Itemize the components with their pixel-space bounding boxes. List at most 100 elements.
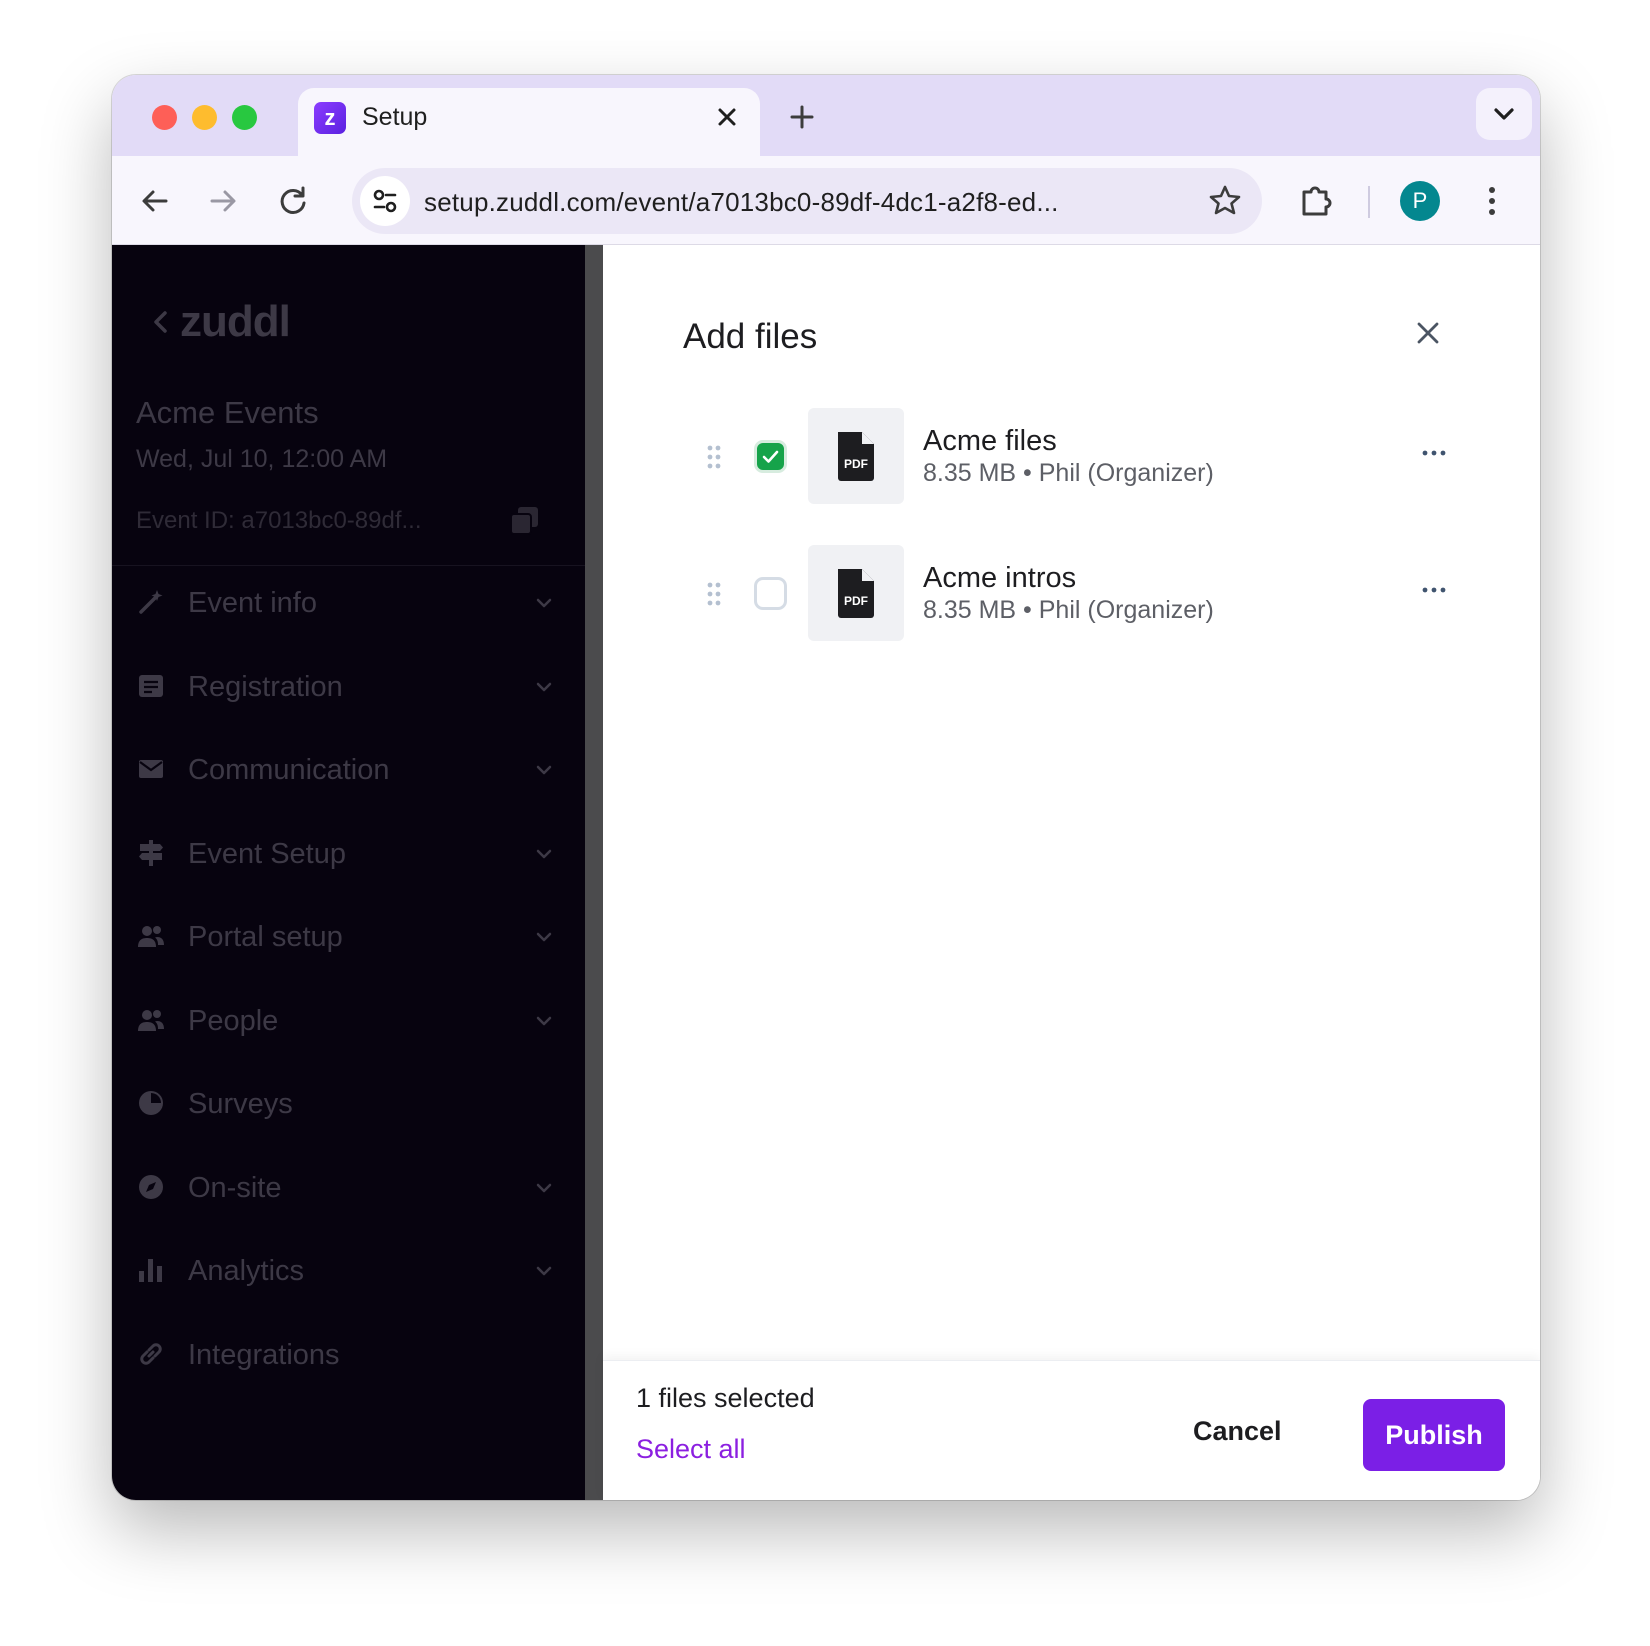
checkmark-icon	[762, 450, 779, 463]
sidebar-item-label: Event Setup	[188, 837, 346, 870]
panel-footer: 1 files selected Select all Cancel Publi…	[603, 1360, 1540, 1500]
more-options-icon[interactable]	[1419, 580, 1449, 600]
add-files-panel: Add files PDF Acme files 8.35 MB • Phil (…	[603, 245, 1540, 1500]
sidebar-item-analytics[interactable]: Analytics	[136, 1241, 556, 1301]
chevron-down-icon[interactable]	[532, 675, 556, 699]
pie-chart-icon	[139, 1091, 163, 1115]
event-date: Wed, Jul 10, 12:00 AM	[136, 445, 388, 473]
cancel-button[interactable]: Cancel	[1193, 1416, 1282, 1447]
close-window-button[interactable]	[152, 105, 177, 130]
close-icon[interactable]	[1410, 315, 1446, 351]
tab-title: Setup	[362, 103, 428, 131]
people-icon	[138, 1009, 164, 1031]
panel-title: Add files	[683, 317, 818, 356]
publish-button[interactable]: Publish	[1363, 1399, 1505, 1471]
sidebar-item-label: People	[188, 1004, 279, 1037]
sidebar-logo-row[interactable]: zuddl	[150, 297, 291, 347]
zuddl-favicon-icon: z	[314, 102, 346, 134]
bar-chart-icon	[139, 1259, 162, 1282]
tune-icon	[373, 189, 397, 213]
svg-text:PDF: PDF	[844, 457, 868, 471]
chevron-down-icon[interactable]	[532, 1259, 556, 1283]
bookmark-star-icon[interactable]	[1206, 182, 1244, 220]
url-text: setup.zuddl.com/event/a7013bc0-89df-4dc1…	[424, 187, 1059, 217]
sidebar-item-event-setup[interactable]: Event Setup	[136, 824, 556, 884]
chevron-down-icon	[1494, 108, 1514, 120]
file-checkbox[interactable]	[754, 440, 787, 473]
extensions-puzzle-icon[interactable]	[1296, 178, 1340, 222]
sidebar-item-label: Event info	[188, 587, 317, 619]
toolbar-divider	[1368, 186, 1370, 218]
chevron-down-icon[interactable]	[532, 1176, 556, 1200]
sidebar-item-on-site[interactable]: On-site	[136, 1158, 556, 1218]
list-item[interactable]: PDF Acme files 8.35 MB • Phil (Organizer)	[683, 407, 1463, 507]
people-icon	[138, 926, 164, 947]
page-content: zuddl Acme Events Wed, Jul 10, 12:00 AM …	[112, 245, 1540, 1500]
sidebar-item-label: Registration	[188, 670, 343, 703]
sidebar-item-label: On-site	[188, 1171, 282, 1204]
form-icon	[139, 674, 163, 697]
sidebar: zuddl Acme Events Wed, Jul 10, 12:00 AM …	[112, 245, 585, 1500]
list-item[interactable]: PDF Acme intros 8.35 MB • Phil (Organizer…	[683, 544, 1463, 644]
file-name: Acme intros	[923, 562, 1077, 594]
sidebar-item-communication[interactable]: Communication	[136, 740, 556, 800]
chevron-down-icon[interactable]	[532, 842, 556, 866]
compass-icon	[139, 1174, 163, 1199]
pdf-file-icon: PDF	[838, 432, 874, 481]
file-name: Acme files	[923, 425, 1057, 457]
mail-icon	[139, 760, 163, 778]
more-options-icon[interactable]	[1419, 443, 1449, 463]
sidebar-item-label: Analytics	[188, 1255, 305, 1287]
svg-text:PDF: PDF	[844, 594, 868, 608]
sidebar-item-label: Surveys	[188, 1088, 293, 1120]
file-meta: 8.35 MB • Phil (Organizer)	[923, 596, 1214, 624]
sidebar-item-surveys[interactable]: Surveys	[136, 1074, 556, 1134]
minimize-window-button[interactable]	[192, 105, 217, 130]
close-tab-icon[interactable]	[712, 102, 742, 132]
browser-window: z Setup setup.zuddl.com/event/a7013bc0-8…	[112, 75, 1540, 1500]
address-bar[interactable]: setup.zuddl.com/event/a7013bc0-89df-4dc1…	[352, 168, 1262, 234]
chevron-left-icon	[154, 311, 167, 333]
drag-handle-icon[interactable]	[705, 442, 723, 472]
pdf-file-icon: PDF	[838, 569, 874, 618]
select-all-link[interactable]: Select all	[636, 1434, 746, 1465]
browser-tab-setup[interactable]: z Setup	[298, 88, 760, 156]
sidebar-item-label: Portal setup	[188, 921, 343, 953]
file-thumbnail: PDF	[808, 545, 904, 641]
sidebar-item-registration[interactable]: Registration	[136, 657, 556, 717]
panel-overlay-edge	[585, 245, 603, 1500]
browser-menu-icon[interactable]	[1472, 180, 1512, 222]
chevron-down-icon[interactable]	[532, 925, 556, 949]
back-arrow-icon[interactable]	[134, 180, 176, 222]
chevron-down-icon[interactable]	[532, 758, 556, 782]
sidebar-divider	[112, 565, 585, 566]
magic-wand-icon	[139, 590, 163, 614]
new-tab-icon[interactable]	[782, 97, 822, 137]
sidebar-item-portal-setup[interactable]: Portal setup	[136, 907, 556, 967]
chevron-down-icon[interactable]	[532, 591, 556, 615]
file-meta: 8.35 MB • Phil (Organizer)	[923, 459, 1214, 487]
tab-strip: z Setup	[112, 75, 1540, 156]
event-id: Event ID: a7013bc0-89df...	[136, 507, 422, 534]
site-info-button[interactable]	[360, 176, 410, 226]
sidebar-item-people[interactable]: People	[136, 991, 556, 1051]
file-thumbnail: PDF	[808, 408, 904, 504]
zuddl-logo: zuddl	[180, 297, 291, 346]
maximize-window-button[interactable]	[232, 105, 257, 130]
signpost-icon	[139, 839, 163, 866]
forward-arrow-icon[interactable]	[202, 180, 244, 222]
sidebar-item-label: Communication	[188, 754, 390, 786]
sidebar-item-integrations[interactable]: Integrations	[136, 1325, 556, 1385]
reload-icon[interactable]	[272, 180, 314, 222]
link-icon	[140, 1342, 162, 1365]
chevron-down-icon[interactable]	[532, 1009, 556, 1033]
file-checkbox[interactable]	[754, 577, 787, 610]
browser-toolbar: setup.zuddl.com/event/a7013bc0-89df-4dc1…	[112, 156, 1540, 245]
drag-handle-icon[interactable]	[705, 579, 723, 609]
event-name: Acme Events	[136, 395, 319, 430]
selected-count: 1 files selected	[636, 1383, 815, 1413]
profile-avatar[interactable]: P	[1400, 181, 1440, 221]
copy-icon[interactable]	[507, 503, 543, 539]
tab-search-button[interactable]	[1476, 88, 1532, 140]
sidebar-item-event-info[interactable]: Event info	[136, 573, 556, 633]
